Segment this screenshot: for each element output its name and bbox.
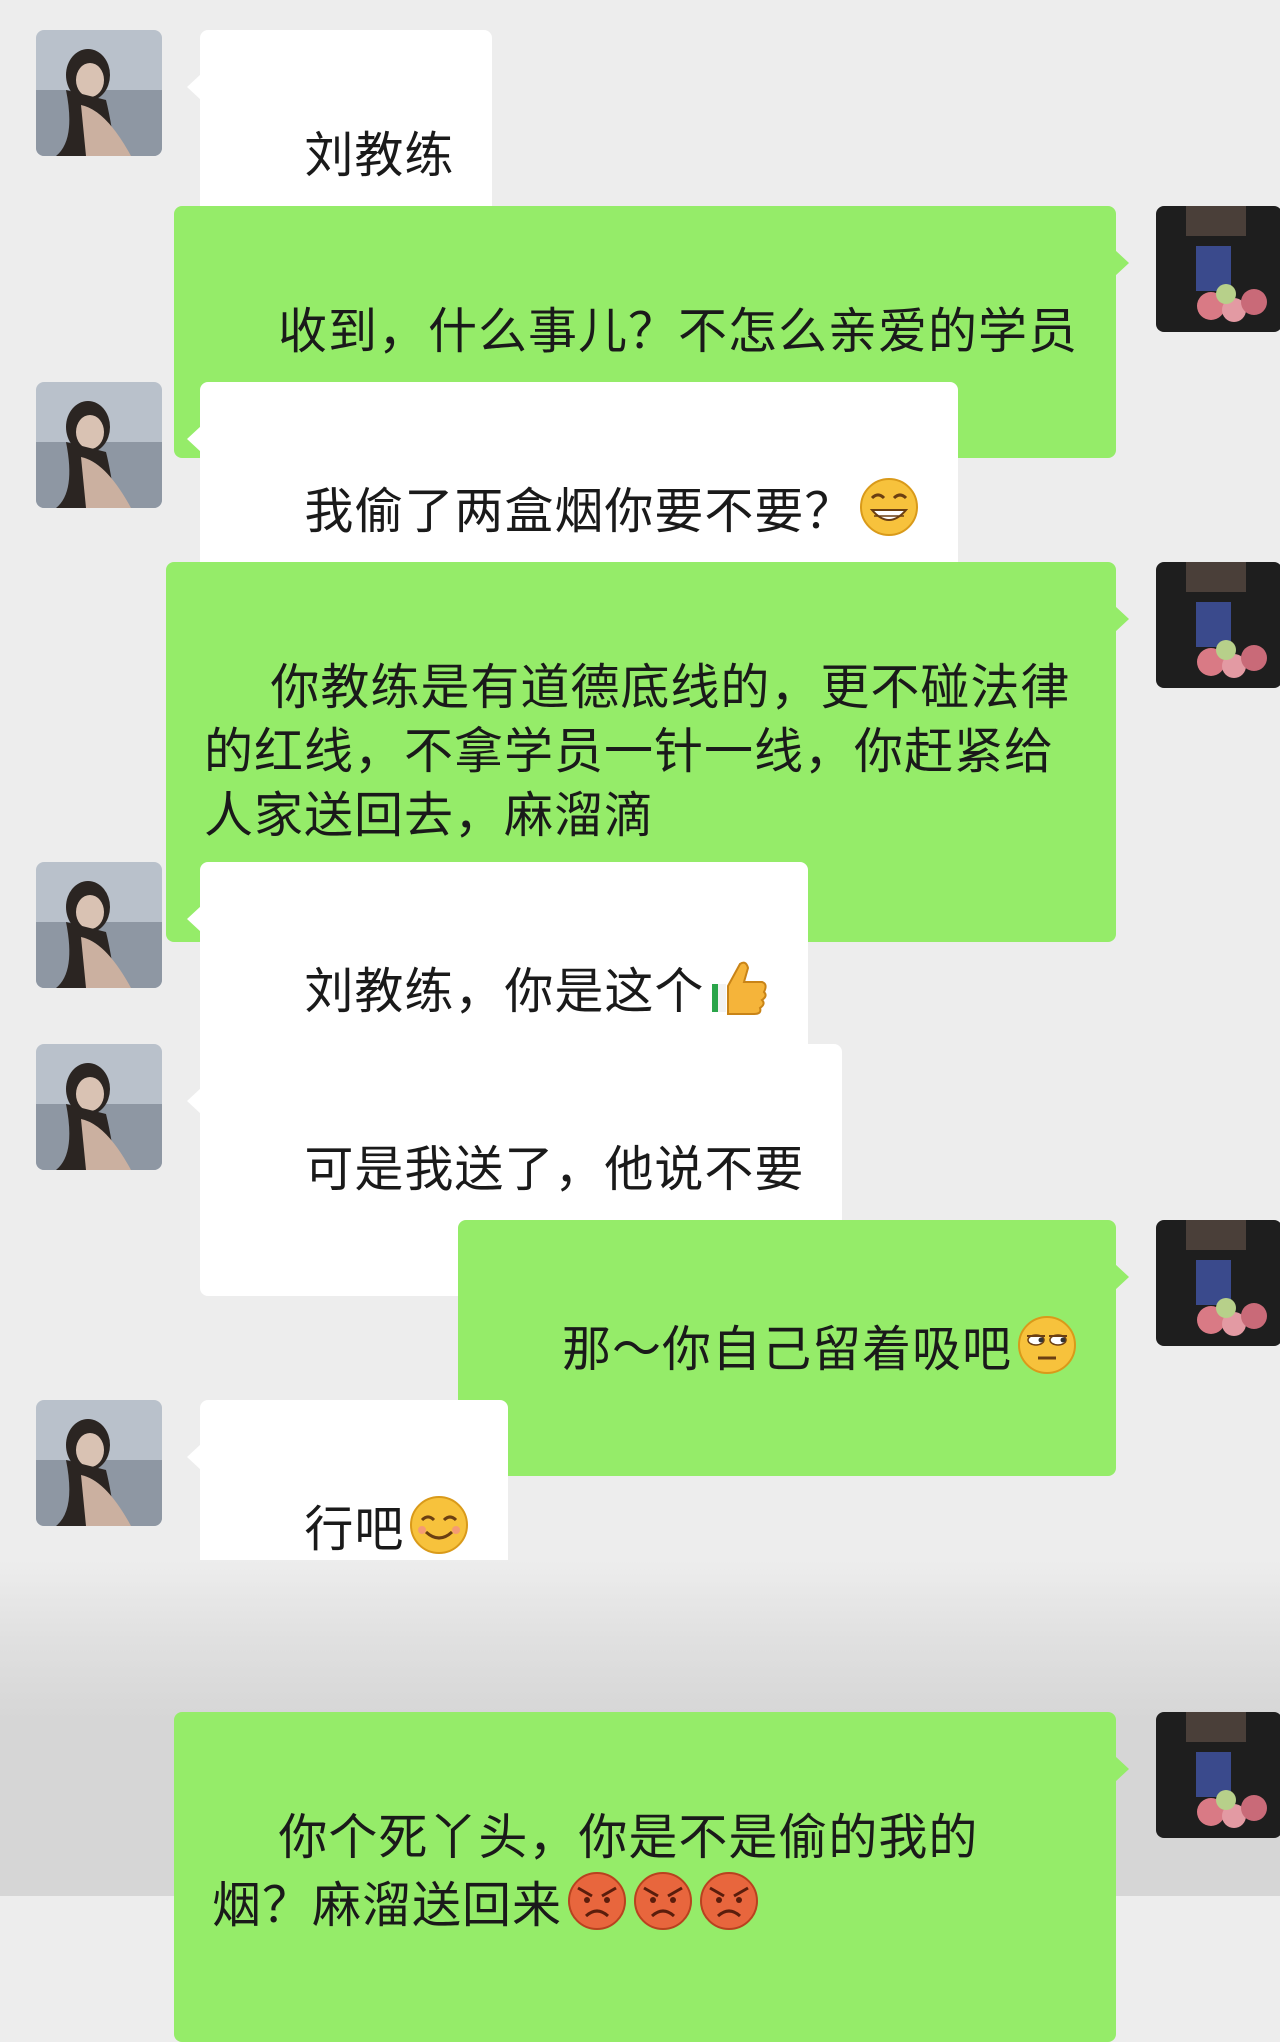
my-avatar[interactable]	[1156, 1220, 1280, 1346]
contact-avatar[interactable]	[36, 382, 162, 508]
chat-view: 刘教练 收到，什么事儿？不怎么亲爱的学员 我偷了两盒烟你要不要？ 你教练是有道德…	[0, 0, 1280, 2042]
my-avatar[interactable]	[1156, 562, 1280, 688]
angry-emoji-icon	[698, 1870, 760, 1932]
message-text: 那～你自己留着吸吧	[561, 1321, 1012, 1378]
angry-emoji-icon	[566, 1870, 628, 1932]
message-text: 刘教练，你是这个	[304, 963, 705, 1020]
screenshot-seam	[0, 1560, 1280, 1720]
message-text: 行吧	[304, 1501, 405, 1558]
message-text: 我偷了两盒烟你要不要？	[304, 483, 855, 540]
contact-avatar[interactable]	[36, 862, 162, 988]
contact-avatar[interactable]	[36, 1044, 162, 1170]
message-bubble-outgoing[interactable]: 那～你自己留着吸吧	[457, 1220, 1130, 1476]
thumbs-up-emoji-icon	[708, 956, 770, 1018]
message-text: 你教练是有道德底线的，更不碰法律的红线，不拿学员一针一线，你赶紧给人家送回去，麻…	[204, 659, 1071, 844]
message-bubble-outgoing[interactable]: 你个死丫头，你是不是偷的我的烟？麻溜送回来	[174, 1712, 1129, 2042]
smile-emoji-icon	[408, 1494, 470, 1556]
message-text: 刘教练	[304, 127, 455, 184]
contact-avatar[interactable]	[36, 30, 162, 156]
message-text: 可是我送了，他说不要	[304, 1141, 805, 1198]
grin-emoji-icon	[858, 476, 920, 538]
side-eye-emoji-icon	[1016, 1314, 1078, 1376]
angry-emoji-icon	[632, 1870, 694, 1932]
my-avatar[interactable]	[1156, 1712, 1280, 1838]
message-text: 收到，什么事儿？不怎么亲爱的学员	[277, 303, 1078, 360]
my-avatar[interactable]	[1156, 206, 1280, 332]
contact-avatar[interactable]	[36, 1400, 162, 1526]
